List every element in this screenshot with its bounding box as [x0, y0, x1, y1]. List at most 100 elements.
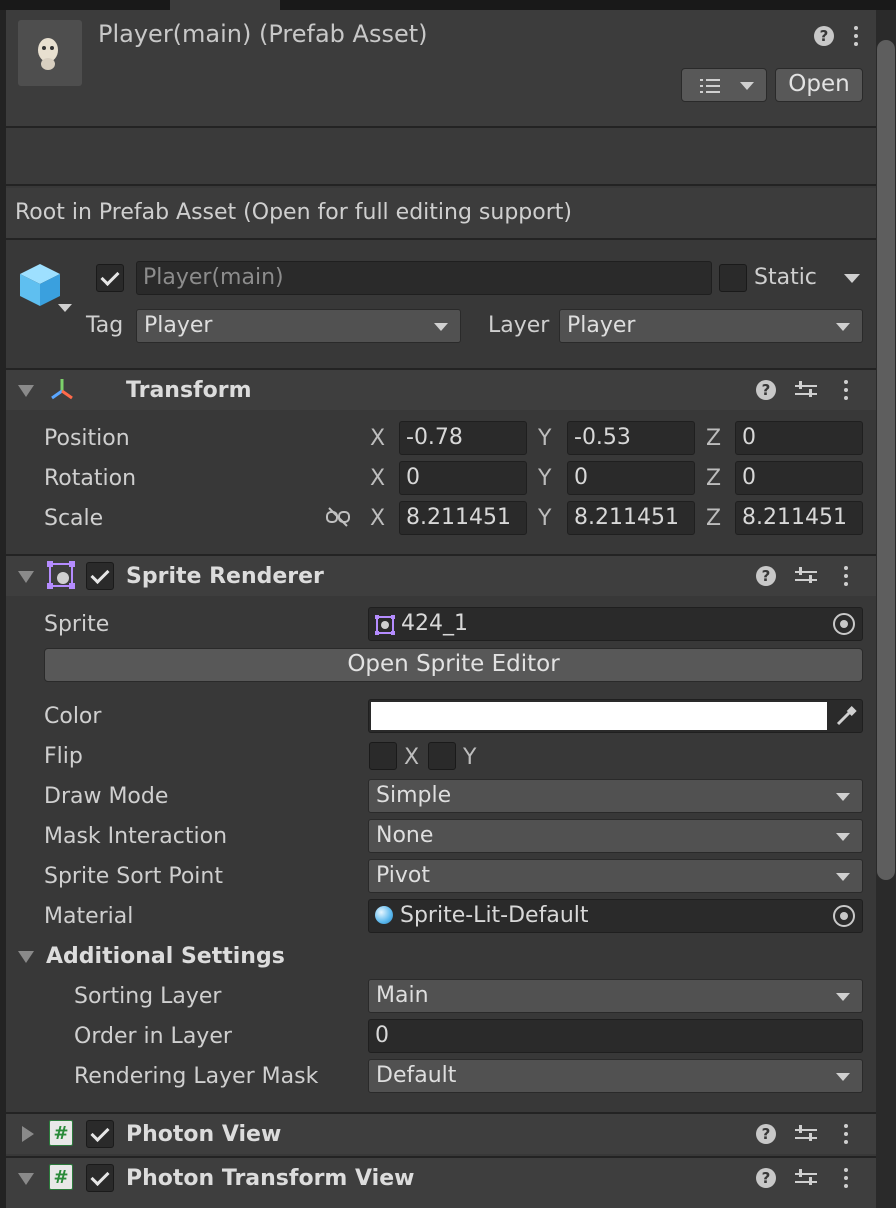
scrollbar-thumb[interactable] — [877, 40, 895, 880]
flip-y-checkbox[interactable] — [428, 742, 456, 770]
object-picker-icon[interactable] — [833, 905, 855, 927]
rendering-layer-mask-dropdown[interactable]: Default — [368, 1059, 863, 1093]
tag-label: Tag — [86, 313, 124, 338]
foldout-arrow-icon[interactable] — [18, 385, 34, 397]
sprite-sort-point-dropdown[interactable]: Pivot — [368, 859, 863, 893]
preset-dropdown-button[interactable] — [681, 68, 767, 102]
preset-icon[interactable] — [795, 1168, 817, 1188]
sprite-object-field[interactable]: 424_1 — [368, 607, 863, 641]
color-swatch[interactable] — [371, 702, 827, 730]
mask-interaction-value: None — [376, 823, 434, 848]
axis-x-label[interactable]: X — [370, 426, 385, 451]
mask-interaction-label: Mask Interaction — [44, 824, 228, 849]
chevron-down-icon — [740, 82, 754, 90]
window-tab-strip — [0, 0, 896, 10]
position-label: Position — [44, 426, 130, 451]
sprite-renderer-enabled-checkbox[interactable] — [86, 562, 114, 590]
active-tab[interactable] — [170, 0, 280, 10]
preset-icon[interactable] — [795, 380, 817, 400]
additional-settings-foldout[interactable]: Additional Settings — [46, 944, 285, 969]
position-x-input[interactable]: -0.78 — [399, 421, 527, 455]
tag-value: Player — [144, 313, 213, 338]
chevron-down-icon[interactable] — [844, 274, 860, 283]
rotation-y-input[interactable]: 0 — [567, 461, 695, 495]
axis-y-label[interactable]: Y — [538, 466, 551, 491]
scale-y-input[interactable]: 8.211451 — [567, 501, 695, 535]
flip-x-label: X — [404, 745, 420, 770]
flip-x-checkbox[interactable] — [369, 742, 397, 770]
object-picker-icon[interactable] — [833, 613, 855, 635]
eyedropper-icon[interactable] — [835, 705, 857, 733]
foldout-arrow-icon[interactable] — [18, 951, 34, 963]
script-icon: # — [49, 1120, 73, 1146]
axis-x-label[interactable]: X — [370, 506, 385, 531]
scale-x-input[interactable]: 8.211451 — [399, 501, 527, 535]
rotation-x-input[interactable]: 0 — [399, 461, 527, 495]
material-value: Sprite-Lit-Default — [400, 903, 589, 928]
flip-y-label: Y — [463, 745, 477, 770]
axis-x-label[interactable]: X — [370, 466, 385, 491]
material-asset-icon — [375, 906, 393, 924]
photon-view-title: Photon View — [126, 1122, 282, 1147]
layer-label: Layer — [488, 313, 550, 338]
position-y-input[interactable]: -0.53 — [567, 421, 695, 455]
layer-dropdown[interactable]: Player — [559, 309, 863, 343]
gameobject-name-input[interactable]: Player(main) — [136, 261, 712, 295]
color-field[interactable] — [368, 699, 863, 733]
material-object-field[interactable]: Sprite-Lit-Default — [368, 899, 863, 933]
active-checkbox[interactable] — [96, 264, 124, 292]
sorting-layer-dropdown[interactable]: Main — [368, 979, 863, 1013]
flip-label: Flip — [44, 744, 83, 769]
help-icon[interactable]: ? — [814, 26, 834, 46]
open-button[interactable]: Open — [775, 68, 863, 102]
chevron-down-icon[interactable] — [58, 304, 72, 312]
rendering-layer-mask-value: Default — [376, 1063, 457, 1088]
rendering-layer-mask-label: Rendering Layer Mask — [74, 1064, 319, 1089]
foldout-arrow-icon[interactable] — [18, 571, 34, 583]
sprite-renderer-icon — [47, 561, 77, 597]
position-z-input[interactable]: 0 — [735, 421, 863, 455]
static-label: Static — [754, 265, 817, 290]
preset-icon[interactable] — [795, 566, 817, 586]
order-in-layer-input[interactable]: 0 — [368, 1019, 863, 1053]
kebab-icon[interactable] — [844, 380, 848, 400]
help-icon[interactable]: ? — [756, 1168, 776, 1188]
order-in-layer-label: Order in Layer — [74, 1024, 232, 1049]
axis-z-label[interactable]: Z — [706, 506, 721, 531]
axis-y-label[interactable]: Y — [538, 506, 551, 531]
axis-z-label[interactable]: Z — [706, 466, 721, 491]
draw-mode-label: Draw Mode — [44, 784, 169, 809]
photon-transform-view-title: Photon Transform View — [126, 1166, 415, 1191]
foldout-arrow-icon[interactable] — [18, 1173, 34, 1185]
kebab-icon[interactable] — [844, 1168, 848, 1188]
help-icon[interactable]: ? — [756, 1124, 776, 1144]
kebab-icon[interactable] — [854, 26, 858, 46]
open-sprite-editor-button[interactable]: Open Sprite Editor — [44, 648, 863, 682]
transform-icon — [48, 376, 76, 410]
help-icon[interactable]: ? — [756, 380, 776, 400]
preset-icon[interactable] — [795, 1124, 817, 1144]
scale-label: Scale — [44, 506, 104, 531]
help-icon[interactable]: ? — [756, 566, 776, 586]
rotation-z-input[interactable]: 0 — [735, 461, 863, 495]
axis-y-label[interactable]: Y — [538, 426, 551, 451]
sprite-asset-icon — [375, 615, 395, 641]
foldout-arrow-icon[interactable] — [22, 1126, 34, 1142]
header-spacer — [6, 128, 876, 186]
mask-interaction-dropdown[interactable]: None — [368, 819, 863, 853]
static-checkbox[interactable] — [719, 264, 747, 292]
kebab-icon[interactable] — [844, 1124, 848, 1144]
kebab-icon[interactable] — [844, 566, 848, 586]
axis-z-label[interactable]: Z — [706, 426, 721, 451]
tag-dropdown[interactable]: Player — [136, 309, 461, 343]
draw-mode-dropdown[interactable]: Simple — [368, 779, 863, 813]
sprite-label: Sprite — [44, 612, 110, 637]
draw-mode-value: Simple — [376, 783, 452, 808]
chevron-down-icon — [836, 873, 850, 881]
chevron-down-icon — [836, 793, 850, 801]
photon-transform-view-enabled-checkbox[interactable] — [86, 1164, 114, 1192]
link-icon[interactable] — [326, 506, 350, 534]
chevron-down-icon — [836, 833, 850, 841]
scale-z-input[interactable]: 8.211451 — [735, 501, 863, 535]
photon-view-enabled-checkbox[interactable] — [86, 1120, 114, 1148]
